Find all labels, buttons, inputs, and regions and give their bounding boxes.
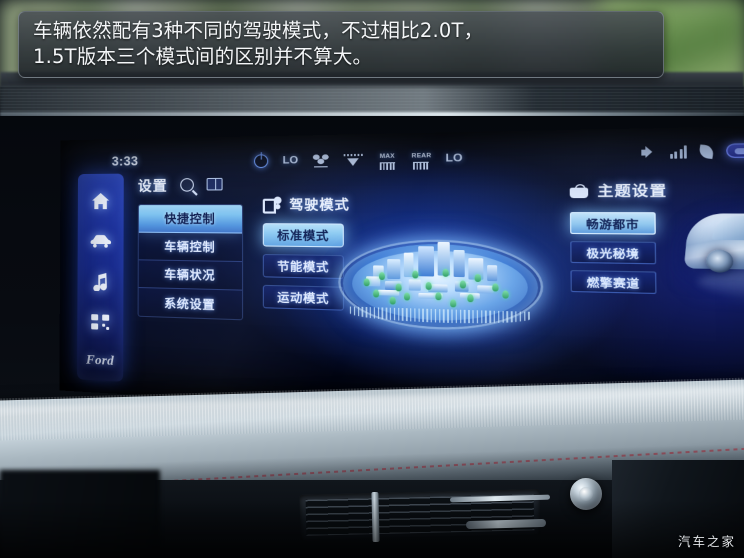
theme-option-aurora[interactable]: 极光秘境: [570, 240, 657, 265]
clock: 3:33: [111, 154, 139, 169]
pill-toggle-icon[interactable]: [726, 143, 744, 159]
leaf-icon: [698, 143, 715, 159]
manual-book-icon[interactable]: [206, 177, 223, 191]
menu-item-quick-control[interactable]: 快捷控制: [138, 205, 243, 234]
fan-speed-button[interactable]: [312, 153, 329, 167]
home-icon[interactable]: [90, 191, 112, 211]
fan-icon: [312, 153, 329, 167]
status-bar: 3:33 LO MAX REAR LO: [60, 135, 744, 175]
vehicle-render-visual: [672, 184, 744, 314]
max-defrost-icon: MAX: [378, 149, 396, 170]
drive-mode-icon: [263, 196, 282, 211]
climate-power-button[interactable]: [253, 154, 269, 169]
menu-item-vehicle-control[interactable]: 车辆控制: [138, 232, 243, 263]
menu-item-system-settings[interactable]: 系统设置: [138, 288, 243, 320]
power-icon: [253, 154, 269, 169]
max-defrost-button[interactable]: MAX: [378, 149, 396, 170]
settings-menu[interactable]: 快捷控制 车辆控制 车辆状况 系统设置: [137, 204, 244, 321]
page-title: 设置: [137, 178, 168, 194]
screenshot-root: 3:33 LO MAX REAR LO Ford 设置 快捷控制 车辆控制 车辆…: [0, 0, 744, 558]
rear-defrost-button[interactable]: REAR: [412, 148, 431, 170]
volume-icon[interactable]: [641, 145, 658, 158]
theme-shirt-icon: [570, 184, 589, 198]
car-icon[interactable]: [89, 231, 112, 251]
left-nav-rail[interactable]: Ford: [77, 173, 124, 382]
climate-control-bar[interactable]: LO MAX REAR LO: [253, 148, 463, 171]
apps-grid-icon[interactable]: [89, 312, 111, 333]
theme-option-city[interactable]: 畅游都市: [569, 212, 656, 235]
signal-bars-icon: [670, 144, 687, 159]
city-trees: [357, 239, 523, 309]
system-status-icons: [641, 143, 744, 159]
airflow-button[interactable]: [344, 153, 364, 166]
theme-option-track[interactable]: 燃擎赛道: [570, 269, 657, 295]
driver-temp-value[interactable]: LO: [283, 155, 299, 167]
caption-banner: 车辆依然配有3种不同的驾驶模式，不过相比2.0T， 1.5T版本三个模式间的区别…: [18, 11, 664, 79]
console-bottom-shadow: [0, 500, 744, 558]
settings-panel: 设置 快捷控制 车辆控制 车辆状况 系统设置: [137, 172, 252, 321]
ford-logo: Ford: [86, 351, 115, 369]
settings-header: 设置: [138, 172, 252, 196]
theme-options[interactable]: 畅游都市 极光秘境 燃擎赛道: [569, 212, 657, 295]
menu-item-vehicle-status[interactable]: 车辆状况: [138, 260, 243, 291]
music-note-icon[interactable]: [89, 272, 111, 293]
caption-line-1: 车辆依然配有3种不同的驾驶模式，不过相比2.0T，: [33, 19, 484, 42]
3d-city-disc-visual: [317, 202, 561, 355]
watermark: 汽车之家: [677, 534, 736, 549]
passenger-temp-value[interactable]: LO: [445, 152, 462, 165]
rear-defrost-icon: REAR: [412, 148, 431, 170]
vehicle-wheel-rear: [706, 249, 734, 273]
airflow-down-icon: [344, 153, 364, 166]
theme-settings-title: 主题设置: [597, 182, 668, 200]
search-icon[interactable]: [180, 177, 194, 192]
caption-line-2: 1.5T版本三个模式间的区别并不算大。: [33, 44, 373, 68]
